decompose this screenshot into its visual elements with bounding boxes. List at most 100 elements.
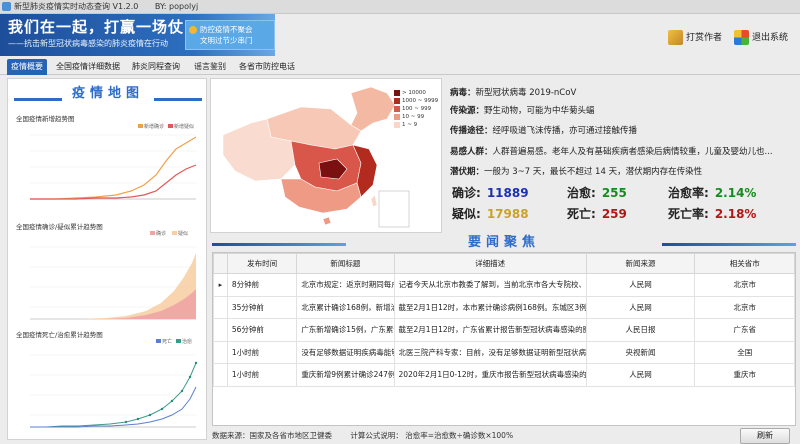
news-time: 56分钟前	[226, 318, 298, 342]
banner-subtitle: ——抗击新型冠状病毒感染的肺炎疫情在行动	[8, 39, 168, 48]
table-row[interactable]: 1小时前 没有足够数据证明疾病毒能够传播风险... 北医三院产科专家：目前，没有…	[213, 340, 795, 364]
tip-author-button[interactable]: 打赏作者	[668, 28, 722, 48]
tab-phone-numbers[interactable]: 各省市防控电话	[236, 59, 298, 75]
tab-national-data[interactable]: 全国疫情详细数据	[55, 59, 121, 75]
row-selector[interactable]	[213, 340, 228, 364]
column-header[interactable]: 详细描述	[393, 253, 587, 274]
row-selector[interactable]	[213, 318, 228, 342]
legend-swatch	[150, 231, 155, 235]
incubation-label: 潜伏期：	[450, 167, 485, 177]
virus-value: 新型冠状病毒 2019-nCoV	[475, 88, 577, 98]
news-region: 重庆市	[694, 363, 795, 387]
death-cure-trend-chart: 全国疫情死亡/治愈累计趋势图 死亡 治愈	[16, 329, 200, 437]
legend-swatch	[394, 98, 400, 104]
news-table[interactable]: 发布时间 新闻标题 详细描述 新闻来源 相关省市 ▸ 8分钟前 北京市规定：返京…	[212, 252, 796, 426]
route-value: 经呼吸道飞沫传播，亦可通过接触传播	[492, 126, 638, 136]
cure-rate-label: 治愈率:	[668, 186, 709, 200]
table-row[interactable]: 1小时前 重庆新增9例累计确诊247例 2020年2月1日0-12时，重庆市报告…	[213, 363, 795, 387]
news-desc: 记者今天从北京市教委了解到，当前北京市各大专院校、中小学...	[393, 273, 587, 297]
source-line: 传染源：野生动物，可能为中华菊头蝠	[450, 104, 790, 116]
suspected-stat: 疑似: 17988	[452, 205, 529, 222]
series-line	[30, 164, 197, 200]
legend-swatch	[394, 90, 400, 96]
tab-overview[interactable]: 疫情概要	[7, 59, 47, 75]
news-region: 北京市	[694, 273, 795, 297]
window-titlebar: 新型肺炎疫情实时动态查询 V1.2.0 BY: popolyj	[0, 0, 800, 14]
south-sea-inset	[378, 190, 410, 228]
legend-item: 100 ~ 999	[394, 105, 438, 113]
column-header[interactable]: 发布时间	[226, 253, 298, 274]
tab-trip-query[interactable]: 肺炎同程查询	[128, 59, 184, 75]
new-cases-trend-chart: 全国疫情新增趋势图 新增确诊 新增疑似	[16, 113, 200, 221]
source-label: 传染源：	[450, 106, 485, 116]
legend-swatch	[156, 339, 161, 343]
news-time: 1小时前	[226, 340, 298, 364]
dead-label: 死亡:	[567, 207, 596, 221]
table-header-row: 发布时间 新闻标题 详细描述 新闻来源 相关省市	[213, 253, 795, 274]
source-value: 野生动物，可能为中华菊头蝠	[484, 106, 595, 116]
dead-value: 259	[601, 207, 627, 221]
legend-label: 1000 ~ 9999	[402, 98, 439, 104]
series-line	[30, 386, 197, 428]
table-row[interactable]: 35分钟前 北京累计确诊168例，新增治愈出... 截至2月1日12时，本市累计…	[213, 295, 795, 319]
row-selector[interactable]	[213, 295, 228, 319]
suspected-label: 疑似:	[452, 207, 481, 221]
news-desc: 2020年2月1日0-12时，重庆市报告新型冠状病毒感染的肺炎新...	[393, 363, 587, 387]
table-row[interactable]: ▸ 8分钟前 北京市规定：返京时期同每户家... 记者今天从北京市教委了解到，当…	[213, 273, 795, 297]
news-source: 人民日报	[585, 318, 696, 342]
incubation-value: 一般为 3~7 天，最长不超过 14 天，潜伏期内存在传染性	[484, 167, 703, 177]
news-source: 央视新闻	[585, 340, 696, 364]
news-region: 北京市	[694, 295, 795, 319]
column-header[interactable]: 新闻标题	[296, 253, 395, 274]
dead-stat: 死亡: 259	[567, 205, 627, 222]
main-tabs: 疫情概要 全国疫情详细数据 肺炎同程查询 谣言鉴别 各省市防控电话	[0, 57, 800, 75]
legend-item: 10 ~ 99	[394, 113, 438, 121]
banner-slogan: 我们在一起，打赢一场仗	[8, 18, 185, 36]
route-line: 传播途径：经呼吸道飞沫传播，亦可通过接触传播	[450, 124, 790, 136]
window-title: 新型肺炎疫情实时动态查询 V1.2.0	[14, 2, 139, 11]
notice-line-1: 防控疫情不聚会	[200, 25, 253, 34]
trend-panel-title: 疫情地图	[71, 86, 144, 101]
legend-label: 100 ~ 999	[402, 106, 432, 112]
legend-swatch	[394, 106, 400, 112]
legend-item: 治愈	[182, 338, 192, 345]
news-section-title: 要闻聚焦	[467, 235, 540, 250]
row-selector[interactable]	[213, 363, 228, 387]
row-selector-arrow-icon[interactable]: ▸	[213, 273, 228, 297]
wrench-icon	[668, 30, 683, 45]
app-icon	[2, 2, 11, 11]
column-header[interactable]: 新闻来源	[585, 253, 696, 274]
header-rule-left	[212, 243, 346, 246]
exit-label: 退出系统	[752, 33, 789, 43]
china-epidemic-map[interactable]: > 10000 1000 ~ 9999 100 ~ 999 10 ~ 99 1 …	[210, 78, 442, 233]
legend-item: > 10000	[394, 89, 438, 97]
windows-logo-icon	[734, 30, 749, 45]
legend-swatch	[172, 231, 177, 235]
news-section-header: 要闻聚焦	[212, 232, 796, 254]
header-rule-right	[154, 98, 202, 101]
death-rate-label: 死亡率:	[668, 207, 709, 221]
news-title: 北京累计确诊168例，新增治愈出...	[296, 295, 395, 319]
cured-stat: 治愈: 255	[567, 184, 627, 201]
table-row[interactable]: 56分钟前 广东新增确诊15例，广东累计确诊... 截至2月1日12时，广东省累…	[213, 318, 795, 342]
tab-rumor-check[interactable]: 谣言鉴别	[190, 59, 230, 75]
trend-panel-header: 疫情地图	[8, 83, 208, 105]
confirmed-stat: 确诊: 11889	[452, 184, 529, 201]
legend-swatch	[394, 122, 400, 128]
people-line: 易感人群：人群普遍易感。老年人及有基础疾病者感染后病情较重，儿童及婴幼儿也...	[450, 145, 790, 157]
news-desc: 截至2月1日12时，广东省累计报告新型冠状病毒感染的肺炎确...	[393, 318, 587, 342]
status-footer: 数据来源：国家及各省市地区卫健委 计算公式说明： 治愈率=治愈数÷确诊数×100…	[212, 430, 513, 441]
cured-label: 治愈:	[567, 186, 596, 200]
header-rule-right	[662, 243, 796, 246]
legend-item: 死亡	[162, 338, 172, 345]
cumulative-plot: 确诊 疑似	[30, 230, 196, 320]
legend-label: 10 ~ 99	[402, 114, 425, 120]
legend-label: 1 ~ 9	[402, 122, 418, 128]
map-legend: > 10000 1000 ~ 9999 100 ~ 999 10 ~ 99 1 …	[394, 89, 438, 129]
region-northeast	[350, 86, 396, 132]
region-taiwan	[370, 194, 378, 208]
column-header[interactable]: 相关省市	[694, 253, 795, 274]
news-source: 人民网	[585, 273, 696, 297]
news-time: 8分钟前	[226, 273, 298, 297]
exit-button[interactable]: 退出系统	[734, 28, 788, 48]
